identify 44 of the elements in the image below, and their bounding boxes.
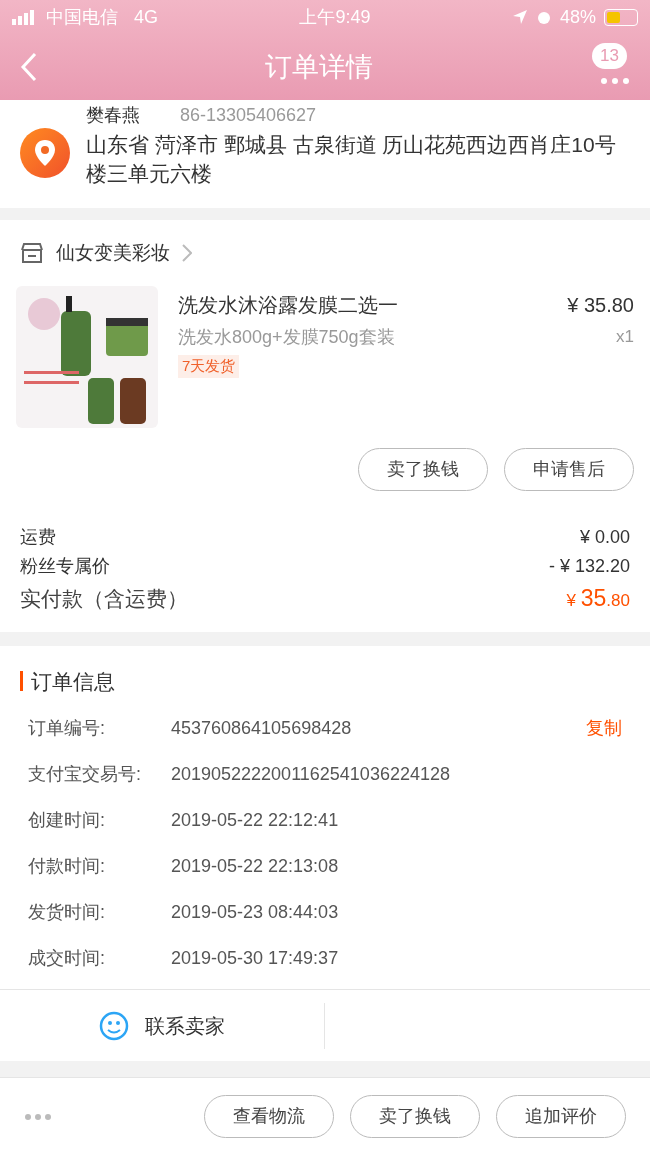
total-label: 实付款（含运费）	[20, 586, 188, 612]
back-icon[interactable]	[20, 52, 38, 82]
carrier-text: 中国电信	[46, 5, 118, 29]
location-arrow-icon	[511, 9, 528, 25]
info-value: 2019-05-22 22:12:41	[171, 808, 340, 832]
info-value: 453760864105698428	[171, 716, 353, 740]
recipient-name: 樊春燕	[86, 104, 140, 126]
product-quantity: x1	[616, 326, 634, 348]
more-icon[interactable]	[600, 77, 630, 85]
smiley-icon	[99, 1010, 129, 1041]
store-name[interactable]: 仙女变美彩妆	[56, 238, 170, 268]
info-value: 2019-05-22 22:13:08	[171, 854, 340, 878]
info-label: 付款时间:	[28, 854, 106, 878]
fee-value: - ¥ 132.20	[548, 555, 630, 578]
total-amount: ¥ 35.80	[566, 584, 630, 613]
info-value: 2019-05-23 08:44:03	[171, 900, 340, 924]
info-label: 支付宝交易号:	[28, 762, 142, 786]
info-label: 发货时间:	[28, 900, 106, 924]
battery-icon	[604, 8, 638, 26]
network-text: 4G	[134, 5, 158, 29]
product-price: ¥ 35.80	[567, 293, 634, 318]
location-icon	[20, 128, 70, 178]
store-icon	[20, 242, 44, 264]
fee-label: 运费	[20, 526, 56, 549]
recipient-phone: 86-13305406627	[180, 104, 317, 126]
info-label: 成交时间:	[28, 946, 106, 970]
info-label: 创建时间:	[28, 808, 106, 832]
address-text: 山东省 菏泽市 鄄城县 古泉街道 历山花苑西边西肖庄10号楼三单元六楼	[86, 132, 617, 187]
battery-text: 48%	[559, 5, 596, 29]
section-title: 订单信息	[31, 668, 115, 695]
info-label: 订单编号:	[28, 716, 106, 740]
fee-value: ¥ 0.00	[579, 526, 630, 549]
clock-text: 上午9:49	[299, 5, 371, 29]
notification-badge: 13	[592, 43, 627, 69]
fee-label: 粉丝专属价	[20, 555, 110, 578]
page-title: 订单详情	[265, 50, 373, 84]
info-value: 2019052222001162541036224128	[171, 762, 451, 786]
shipping-tag: 7天发货	[178, 355, 240, 378]
chevron-right-icon[interactable]	[182, 244, 192, 262]
more-icon[interactable]	[24, 1112, 52, 1121]
info-value: 2019-05-30 17:49:37	[171, 946, 340, 970]
product-variant: 洗发水800g+发膜750g套装	[178, 326, 395, 349]
product-title[interactable]: 洗发水沐浴露发膜二选一	[178, 290, 398, 320]
contact-seller-button[interactable]: 联系卖家	[0, 1002, 325, 1049]
